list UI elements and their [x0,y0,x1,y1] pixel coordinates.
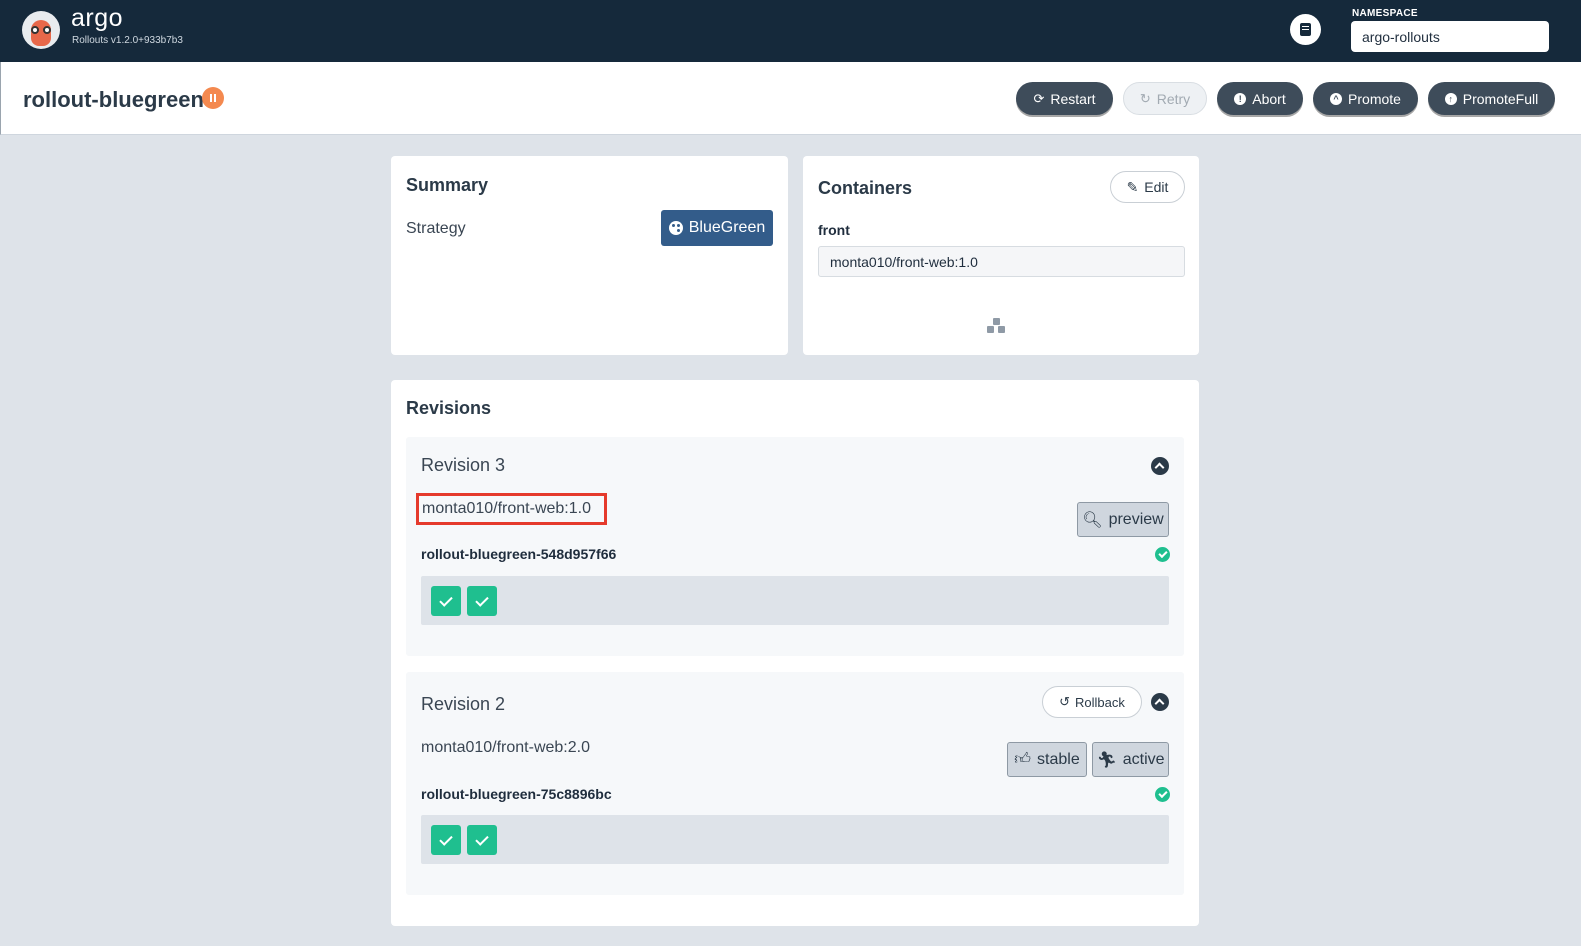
pods-row [421,815,1169,864]
collapse-chevron-icon[interactable] [1151,693,1169,711]
pod-status-icon[interactable] [431,825,461,855]
restart-button[interactable]: ⟳ Restart [1016,82,1113,115]
containers-card: Containers ✎ Edit front [803,156,1199,355]
chevron-up-circle-icon: ^ [1330,92,1343,105]
promote-label: Promote [1348,90,1401,107]
cubes-icon [987,318,1007,336]
revisions-card: Revisions Revision 3 monta010/front-web:… [391,380,1199,926]
abort-label: Abort [1252,90,1286,107]
container-name: front [818,222,850,238]
running-icon: 🏃︎ [1096,751,1117,769]
stable-tag[interactable]: 👍︎ stable [1007,742,1087,777]
active-label: active [1122,750,1165,768]
rollback-button[interactable]: ↺ Rollback [1042,686,1142,718]
revision-image: monta010/front-web:1.0 [416,493,607,525]
container-image-field[interactable] [818,246,1185,277]
brand-name: argo [71,4,124,32]
rollback-label: Rollback [1075,694,1125,710]
revision-title: Revision 2 [421,694,506,714]
revision-3-panel: Revision 3 monta010/front-web:1.0 🔍︎ pre… [406,437,1184,656]
revision-title: Revision 3 [421,455,506,475]
exclamation-icon: ! [1234,92,1247,105]
retry-button[interactable]: ↻ Retry [1123,82,1207,115]
pod-status-icon[interactable] [467,586,497,616]
strategy-badge: BlueGreen [661,210,773,246]
stable-label: stable [1037,750,1080,768]
retry-label: Retry [1156,90,1191,107]
summary-card: Summary Strategy BlueGreen [391,156,788,355]
restart-label: Restart [1050,90,1096,107]
containers-title: Containers [818,178,913,198]
undo-icon: ↺ [1059,694,1071,709]
revision-image: monta010/front-web:2.0 [421,739,590,756]
preview-tag[interactable]: 🔍︎ preview [1077,502,1169,537]
refresh-icon: ⟳ [1033,91,1045,106]
pod-status-icon[interactable] [431,586,461,616]
edit-label: Edit [1144,179,1169,195]
edit-containers-button[interactable]: ✎ Edit [1110,171,1185,203]
pods-row [421,576,1169,625]
replicaset-name: rollout-bluegreen-75c8896bc [421,786,612,802]
revisions-title: Revisions [406,398,492,418]
top-nav-bar: argo Rollouts v1.2.0+933b7b3 NAMESPACE [0,0,1581,62]
summary-title: Summary [406,175,489,195]
version-label: Rollouts v1.2.0+933b7b3 [72,35,183,46]
namespace-label: NAMESPACE [1352,8,1418,19]
thumbs-up-icon: 👍︎ [1014,751,1032,768]
arrow-up-circle-icon: ↑ [1444,92,1457,105]
page-header: rollout-bluegreen ⟳ Restart ↻ Retry ! Ab… [0,62,1581,135]
healthy-check-icon [1155,787,1170,802]
namespace-input[interactable] [1351,21,1549,52]
promote-button[interactable]: ^ Promote [1313,82,1418,115]
book-icon [1300,23,1311,36]
argo-logo-icon[interactable] [22,11,60,49]
active-tag[interactable]: 🏃︎ active [1092,742,1169,777]
collapse-chevron-icon[interactable] [1151,457,1169,475]
search-icon: 🔍︎ [1082,511,1103,529]
redo-icon: ↻ [1139,91,1151,106]
promote-full-button[interactable]: ↑ PromoteFull [1428,82,1555,115]
palette-icon [668,221,683,235]
preview-label: preview [1108,510,1164,528]
promote-full-label: PromoteFull [1462,90,1539,107]
pod-status-icon[interactable] [467,825,497,855]
revision-2-panel: Revision 2 ↺ Rollback monta010/front-web… [406,672,1184,895]
replicaset-name: rollout-bluegreen-548d957f66 [421,546,617,562]
documentation-button[interactable] [1290,14,1321,45]
healthy-check-icon [1155,547,1170,562]
abort-button[interactable]: ! Abort [1217,82,1303,115]
page-title: rollout-bluegreen [23,87,204,112]
pencil-icon: ✎ [1126,178,1139,195]
paused-status-icon [202,87,224,109]
strategy-value: BlueGreen [688,219,766,236]
strategy-label: Strategy [406,220,466,237]
